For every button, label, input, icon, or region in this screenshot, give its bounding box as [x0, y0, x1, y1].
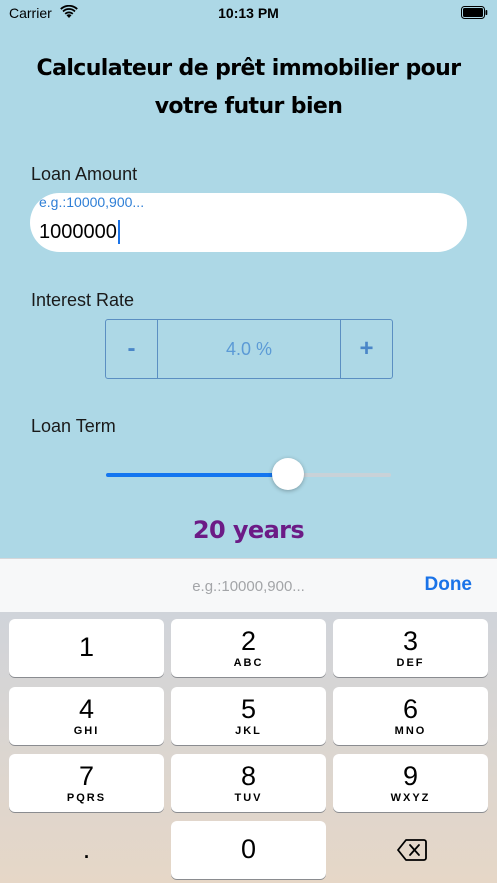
key-2[interactable]: 2 ABC [171, 619, 326, 677]
keyboard-accessory-bar: e.g.:10000,900... Done [0, 558, 497, 612]
key-4[interactable]: 4 GHI [9, 687, 164, 745]
key-letters: PQRS [66, 792, 107, 804]
loan-term-display: 20 years [192, 516, 305, 544]
loan-amount-placeholder: e.g.:10000,900... [39, 194, 145, 210]
interest-rate-label: Interest Rate [31, 290, 135, 310]
status-bar: Carrier 10:13 PM [0, 0, 497, 26]
key-letters: TUV [234, 792, 263, 804]
key-letters: MNO [394, 725, 427, 737]
interest-rate-value: 4.0 % [225, 338, 273, 359]
accessory-placeholder: e.g.:10000,900... [192, 578, 305, 595]
key-decimal[interactable]: . [9, 821, 164, 879]
interest-rate-stepper: - 4.0 % + [105, 319, 393, 379]
key-digit: 3 [402, 626, 419, 656]
key-letters: ABC [233, 657, 264, 669]
key-digit: 2 [240, 626, 257, 656]
numeric-keypad: 1 2 ABC 3 DEF 4 GHI 5 JKL 6 MNO 7 PQRS 8… [0, 612, 497, 883]
key-letters: GHI [73, 725, 100, 737]
done-button[interactable]: Done [425, 574, 473, 596]
key-9[interactable]: 9 WXYZ [333, 754, 488, 812]
key-letters: JKL [235, 725, 262, 737]
key-0[interactable]: 0 [171, 821, 326, 879]
key-digit: 1 [78, 632, 95, 662]
status-time: 10:13 PM [218, 5, 279, 21]
backspace-icon [397, 839, 427, 861]
decrement-button[interactable]: - [106, 320, 158, 378]
key-1[interactable]: 1 [9, 619, 164, 677]
slider-fill [106, 473, 289, 477]
loan-amount-value: 1000000 [39, 220, 120, 244]
key-digit: 4 [78, 694, 95, 724]
key-6[interactable]: 6 MNO [333, 687, 488, 745]
text-caret [117, 220, 120, 244]
loan-term-label: Loan Term [31, 416, 116, 436]
key-digit: 9 [402, 761, 419, 791]
key-letters: WXYZ [390, 792, 431, 804]
key-5[interactable]: 5 JKL [171, 687, 326, 745]
key-3[interactable]: 3 DEF [333, 619, 488, 677]
key-digit: 7 [78, 761, 95, 791]
increment-button[interactable]: + [340, 320, 392, 378]
key-letters: DEF [396, 657, 425, 669]
key-digit: 6 [402, 694, 419, 724]
key-digit: 0 [240, 834, 257, 864]
key-8[interactable]: 8 TUV [171, 754, 326, 812]
loan-amount-input[interactable]: e.g.:10000,900... 1000000 [30, 193, 467, 252]
loan-amount-text: 1000000 [39, 220, 117, 243]
loan-term-slider[interactable] [106, 473, 391, 477]
battery-icon [461, 6, 488, 19]
key-digit: . [82, 834, 91, 864]
key-7[interactable]: 7 PQRS [9, 754, 164, 812]
page-title: Calculateur de prêt immobilier pour votr… [36, 56, 462, 119]
loan-amount-label: Loan Amount [31, 164, 138, 184]
key-digit: 5 [240, 694, 257, 724]
key-digit: 8 [240, 761, 257, 791]
slider-thumb[interactable] [272, 458, 305, 490]
delete-key[interactable] [333, 821, 488, 879]
